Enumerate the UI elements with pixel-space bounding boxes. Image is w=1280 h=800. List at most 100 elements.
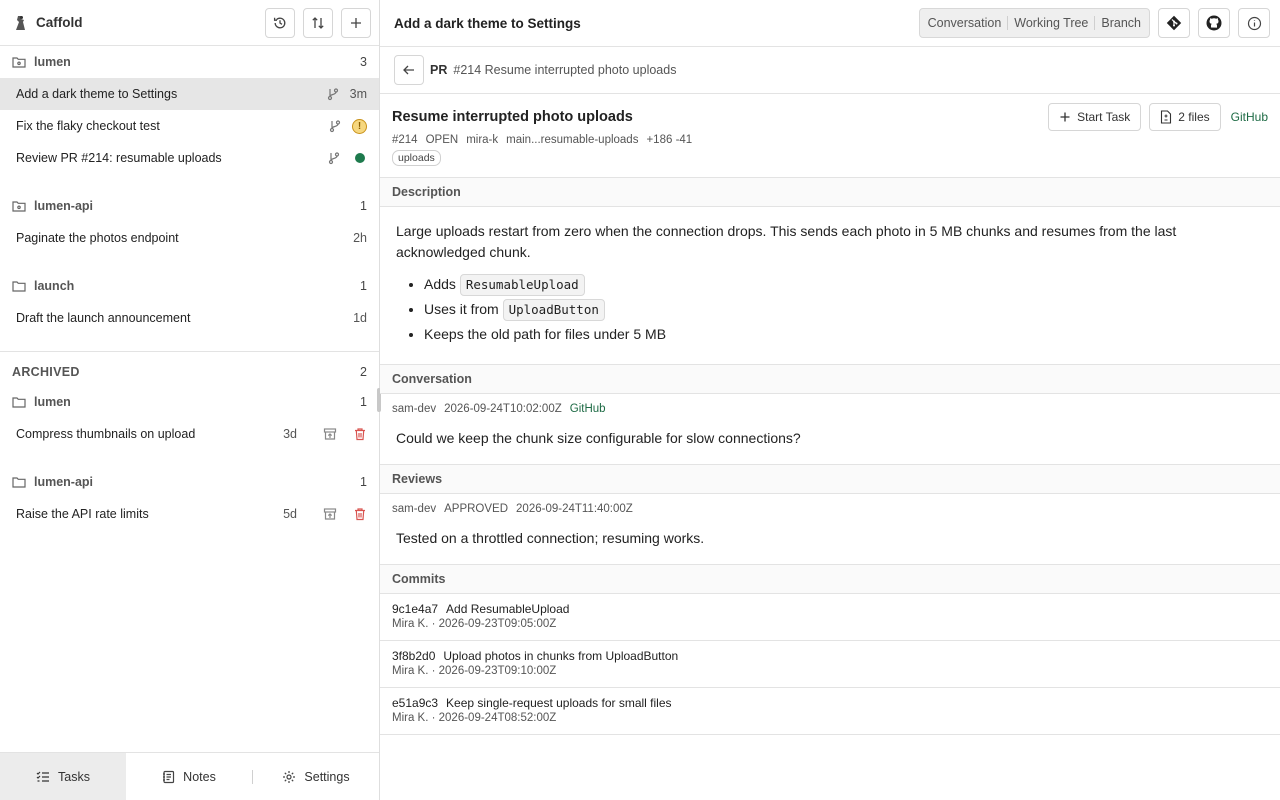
start-task-button[interactable]: Start Task (1048, 103, 1142, 131)
inline-code: UploadButton (502, 299, 605, 321)
github-link[interactable]: GitHub (1231, 110, 1268, 124)
pr-meta: #214 OPEN mira-k main...resumable-upload… (392, 134, 1268, 146)
list-item-text: Adds (424, 276, 460, 292)
task-name: Raise the API rate limits (16, 507, 149, 521)
pr-branch: main...resumable-uploads (506, 134, 639, 146)
review-state: APPROVED (444, 503, 509, 515)
comment-time: 2026-09-24T10:02:00Z (444, 403, 562, 415)
comment-author: sam-dev (392, 403, 437, 415)
info-button[interactable] (1238, 8, 1270, 38)
group-count: 1 (360, 395, 367, 409)
task-item-review-pr[interactable]: Review PR #214: resumable uploads (0, 142, 379, 174)
tab-settings[interactable]: Settings (253, 753, 379, 800)
main-header: Add a dark theme to Settings Conversatio… (380, 0, 1280, 47)
description-list: Adds ResumableUpload Uses it from Upload… (424, 274, 1264, 345)
github-button[interactable] (1198, 8, 1230, 38)
group-count: 1 (360, 475, 367, 489)
unarchive-icon[interactable] (323, 507, 337, 521)
breadcrumb: PR #214 Resume interrupted photo uploads (380, 47, 1280, 94)
list-item: Uses it from UploadButton (424, 299, 1264, 321)
task-item-dark-theme[interactable]: Add a dark theme to Settings 3m (0, 78, 379, 110)
pr-diffstat: +186 -41 (646, 134, 693, 146)
project-group-lumen[interactable]: lumen 3 (0, 46, 379, 78)
commit-row[interactable]: e51a9c3 Keep single-request uploads for s… (380, 688, 1280, 735)
review: sam-dev APPROVED 2026-09-24T11:40:00Z Te… (380, 494, 1280, 565)
pr-label: uploads (392, 150, 441, 166)
archived-group-lumen[interactable]: lumen 1 (0, 386, 379, 418)
view-switcher: Conversation Working Tree Branch (918, 8, 1150, 38)
list-item: Adds ResumableUpload (424, 274, 1264, 296)
unarchive-icon[interactable] (323, 427, 337, 441)
task-name: Draft the launch announcement (16, 311, 191, 325)
view-tab-conversation[interactable]: Conversation (922, 16, 1008, 30)
task-item-paginate[interactable]: Paginate the photos endpoint 2h (0, 222, 379, 254)
folder-icon (12, 396, 26, 408)
new-task-button[interactable] (341, 7, 371, 38)
back-button[interactable] (394, 55, 424, 85)
history-button[interactable] (265, 7, 295, 38)
folder-git-icon (12, 200, 26, 212)
reviews-heading: Reviews (380, 465, 1280, 494)
list-item-text: Keeps the old path for files under 5 MB (424, 326, 667, 342)
list-item-text: Uses it from (424, 301, 503, 317)
archived-group-lumen-api[interactable]: lumen-api 1 (0, 466, 379, 498)
commit-message: Keep single-request uploads for small fi… (446, 696, 672, 710)
tab-label: Notes (183, 769, 216, 784)
archived-task-compress[interactable]: Compress thumbnails on upload 3d (0, 418, 379, 450)
group-name: lumen-api (34, 475, 94, 489)
info-icon (1247, 16, 1262, 31)
task-age: 3d (283, 427, 297, 441)
archived-task-rate-limits[interactable]: Raise the API rate limits 5d (0, 498, 379, 530)
view-tab-branch[interactable]: Branch (1095, 16, 1147, 30)
warning-icon: ! (352, 118, 367, 134)
git-button[interactable] (1158, 8, 1190, 38)
status-dot-icon (355, 153, 365, 163)
comment-source-link[interactable]: GitHub (570, 403, 606, 415)
commit-message: Add ResumableUpload (446, 602, 570, 616)
plus-icon (349, 16, 363, 30)
files-label: 2 files (1178, 110, 1210, 124)
sort-button[interactable] (303, 7, 333, 38)
review-time: 2026-09-24T11:40:00Z (516, 503, 633, 515)
delete-icon[interactable] (353, 507, 367, 521)
view-tab-working-tree[interactable]: Working Tree (1008, 16, 1094, 30)
archived-label: ARCHIVED (12, 365, 80, 379)
folder-icon (12, 280, 26, 292)
main-panel: Add a dark theme to Settings Conversatio… (380, 0, 1280, 800)
tab-label: Settings (304, 769, 350, 784)
commits-heading: Commits (380, 565, 1280, 594)
task-name: Paginate the photos endpoint (16, 231, 179, 245)
project-group-lumen-api[interactable]: lumen-api 1 (0, 190, 379, 222)
delete-icon[interactable] (353, 427, 367, 441)
task-item-launch[interactable]: Draft the launch announcement 1d (0, 302, 379, 334)
arrow-left-icon (402, 63, 416, 77)
tab-tasks[interactable]: Tasks (0, 752, 126, 800)
branch-icon (328, 119, 342, 133)
tab-notes[interactable]: Notes (126, 753, 252, 800)
folder-git-icon (12, 56, 26, 68)
group-name: launch (34, 279, 75, 293)
tab-label: Tasks (58, 769, 90, 784)
task-name: Review PR #214: resumable uploads (16, 151, 222, 165)
branch-icon (327, 151, 341, 165)
files-button[interactable]: 2 files (1149, 103, 1221, 131)
sidebar: Caffold lumen 3 Add a dark theme to Sett… (0, 0, 380, 800)
commit-row[interactable]: 9c1e4a7 Add ResumableUpload Mira K. · 202… (380, 594, 1280, 641)
task-name: Compress thumbnails on upload (16, 427, 196, 441)
comment: sam-dev 2026-09-24T10:02:00Z GitHub Coul… (380, 394, 1280, 465)
plus-icon (1059, 111, 1071, 123)
task-age: 3m (349, 87, 367, 101)
project-group-launch[interactable]: launch 1 (0, 270, 379, 302)
commit-sha: 3f8b2d0 (392, 649, 436, 663)
task-age: 1d (353, 311, 367, 325)
review-body: Tested on a throttled connection; resumi… (380, 515, 1280, 565)
commit-meta: Mira K. · 2026-09-23T09:05:00Z (392, 618, 557, 630)
group-name: lumen-api (34, 199, 94, 213)
page-title: Add a dark theme to Settings (394, 15, 581, 31)
archived-header[interactable]: ARCHIVED 2 (0, 352, 379, 386)
tasks-list-icon (36, 771, 50, 783)
commit-row[interactable]: 3f8b2d0 Upload photos in chunks from Uplo… (380, 641, 1280, 688)
git-icon (1166, 15, 1182, 31)
folder-icon (12, 476, 26, 488)
task-item-flaky-test[interactable]: Fix the flaky checkout test ! (0, 110, 379, 142)
